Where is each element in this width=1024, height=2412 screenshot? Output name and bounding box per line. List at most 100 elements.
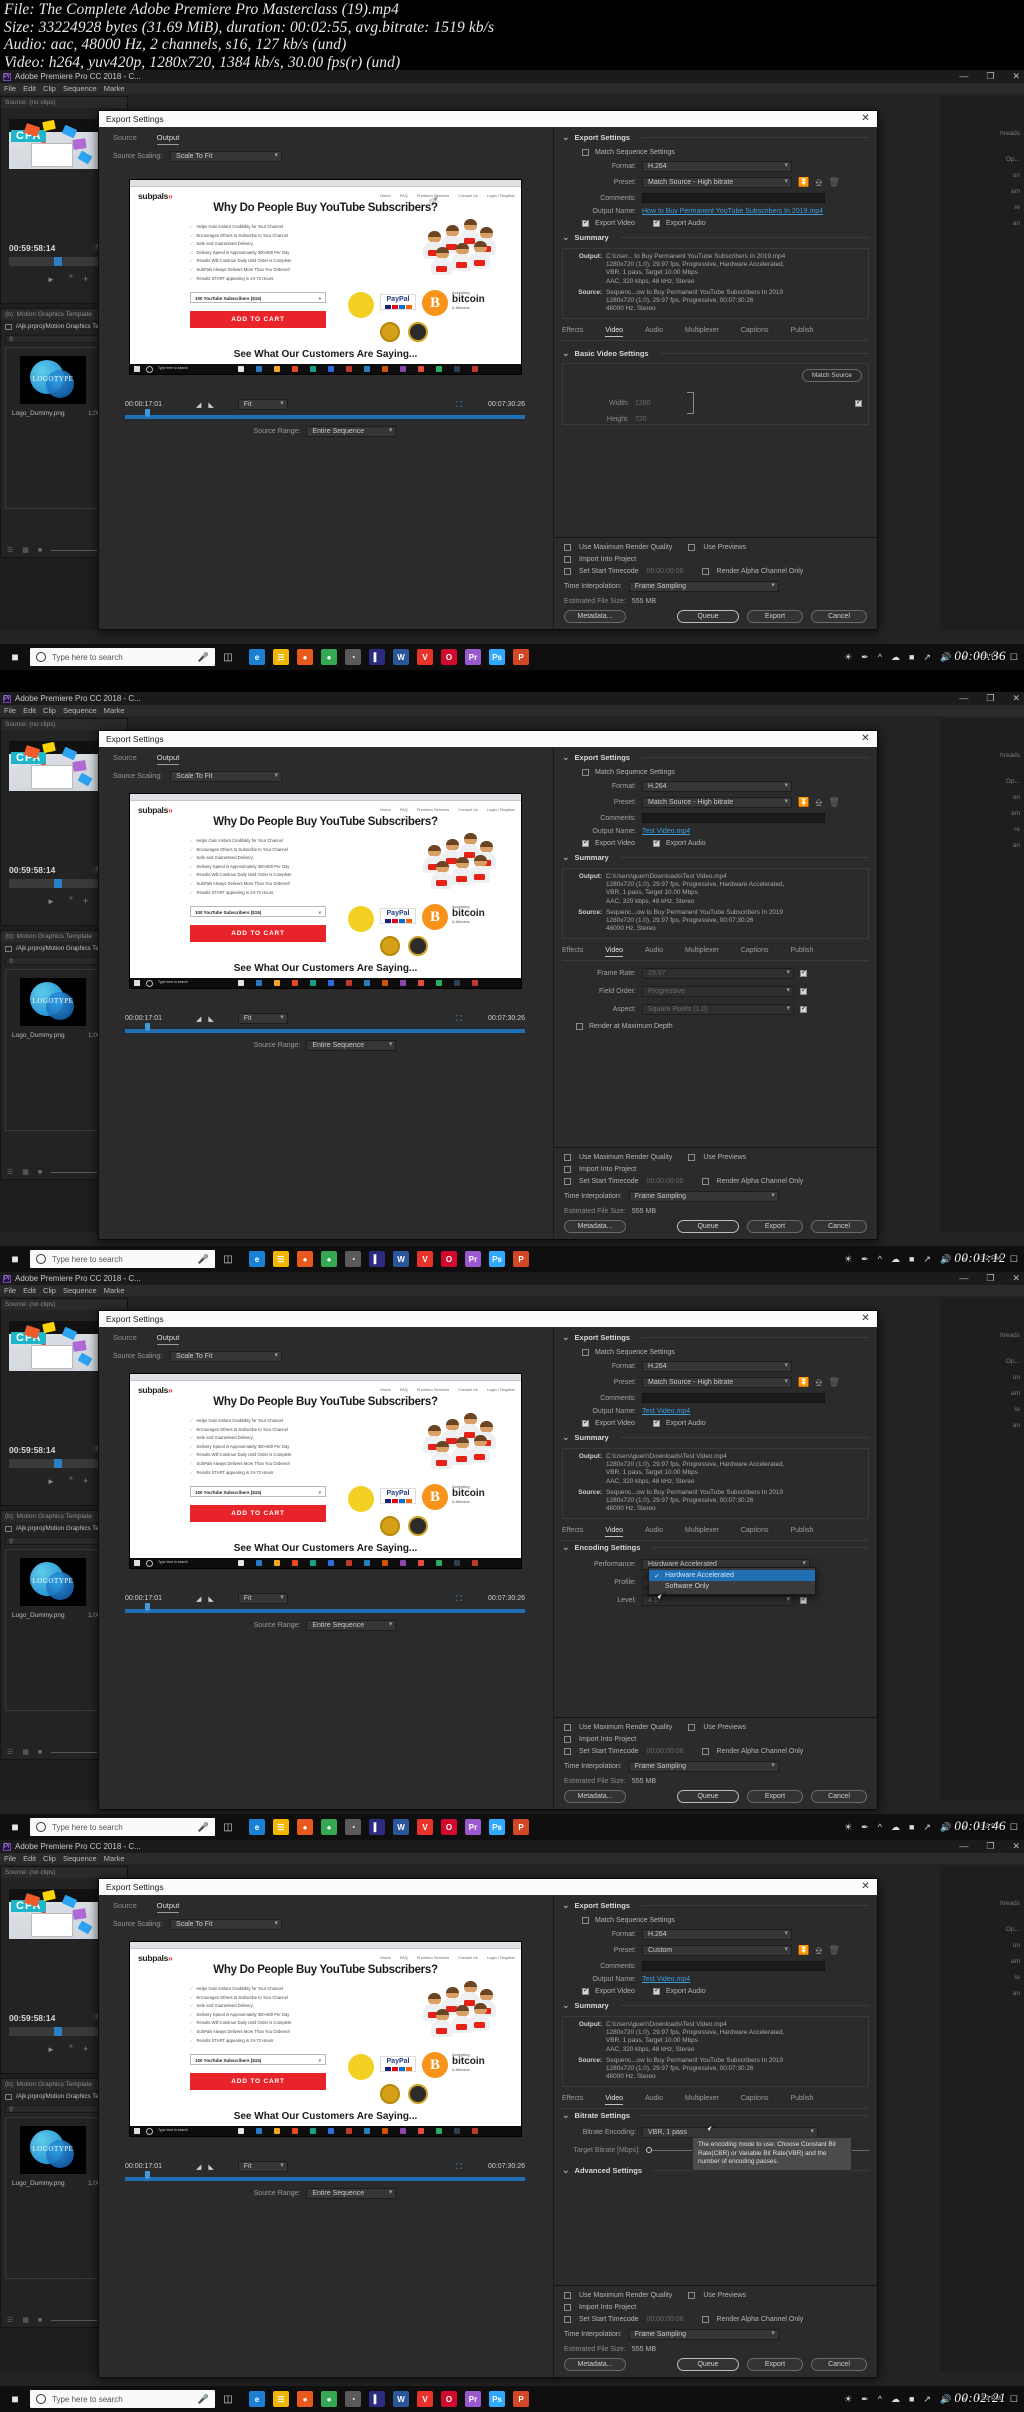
dialog-close-icon[interactable]: ✕ xyxy=(859,1880,872,1893)
preset-select[interactable]: Match Source - High bitrate xyxy=(642,1377,792,1388)
queue-button[interactable]: Queue xyxy=(677,610,739,623)
taskbar-app-icon[interactable]: V xyxy=(417,1819,433,1835)
taskbar-app-icon[interactable]: e xyxy=(249,649,265,665)
export-settings-header[interactable]: Export Settings xyxy=(562,1901,869,1910)
preview-nav-item[interactable]: Premium Services xyxy=(417,1387,449,1392)
export-button[interactable]: Export xyxy=(747,610,803,623)
taskbar-app-icon[interactable]: W xyxy=(393,2391,409,2407)
tray-pen-icon[interactable]: ✒ xyxy=(861,1254,869,1265)
set-start-timecode-checkbox[interactable] xyxy=(564,1178,571,1185)
menu-item[interactable]: Clip xyxy=(43,706,56,715)
timeline-fit-select[interactable]: Fit xyxy=(237,2161,288,2172)
maximize-button[interactable]: ❐ xyxy=(986,692,994,705)
tab-video[interactable]: Video xyxy=(605,947,624,958)
comments-input[interactable] xyxy=(642,193,825,203)
start-button-icon[interactable]: ■ xyxy=(0,1252,30,1266)
taskbar-app-icon[interactable]: Ps xyxy=(489,649,505,665)
taskbar-app-icon[interactable]: V xyxy=(417,1251,433,1267)
preview-nav-item[interactable]: Login / Register xyxy=(487,807,515,812)
asset-thumbnail[interactable]: LOGOTYPE xyxy=(20,1558,86,1606)
match-source-button[interactable]: Match Source xyxy=(801,369,862,383)
taskbar-app-icon[interactable]: ◔ xyxy=(345,2391,361,2407)
timeline-current-time[interactable]: 00:00:17:01 xyxy=(125,1595,162,1602)
save-preset-icon[interactable]: ⏬ xyxy=(798,177,809,188)
save-preset-icon[interactable]: ⏬ xyxy=(798,1377,809,1388)
taskbar-app-icon[interactable]: Ps xyxy=(489,1251,505,1267)
tab-effects[interactable]: Effects xyxy=(562,947,583,957)
preview-package-select[interactable]: 100 YouTube Subscribers ($15) xyxy=(190,906,326,918)
task-view-icon[interactable]: ◫ xyxy=(215,1254,241,1265)
tab-captions[interactable]: Captions xyxy=(741,327,769,337)
metadata-button[interactable]: Metadata... xyxy=(564,1220,626,1233)
fit-to-range-icon[interactable]: ⛶ xyxy=(456,2162,462,2172)
export-video-checkbox[interactable] xyxy=(582,1418,589,1427)
tab-multiplexer[interactable]: Multiplexer xyxy=(685,947,719,957)
export-settings-header[interactable]: Export Settings xyxy=(562,1333,869,1342)
tray-chevron-up-icon[interactable]: ^ xyxy=(878,652,882,662)
maximize-button[interactable]: ❐ xyxy=(986,1272,994,1285)
tray-wifi-icon[interactable]: ↗ xyxy=(923,2394,931,2405)
fit-to-range-icon[interactable]: ⛶ xyxy=(456,1594,462,1604)
preview-nav-item[interactable]: Contact Us xyxy=(458,1955,478,1960)
freeform-view-icon[interactable]: ■ xyxy=(38,2317,42,2324)
output-name-link[interactable]: Test Video.mp4 xyxy=(642,1976,690,1983)
export-settings-header[interactable]: Export Settings xyxy=(562,133,869,142)
export-button[interactable]: Export xyxy=(747,1790,803,1803)
source-scaling-select[interactable]: Scale To Fit xyxy=(170,771,283,782)
fit-to-range-icon[interactable]: ⛶ xyxy=(456,1014,462,1024)
export-audio-checkbox[interactable] xyxy=(652,1986,660,1995)
time-interpolation-select[interactable]: Frame Sampling xyxy=(628,1761,779,1772)
preview-nav-item[interactable]: Premium Services xyxy=(417,807,449,812)
tab-output[interactable]: Output xyxy=(156,1901,180,1913)
microphone-icon[interactable]: 🎤 xyxy=(198,2394,209,2405)
use-max-render-quality-checkbox[interactable] xyxy=(564,1154,571,1161)
timeline-scrub-bar[interactable] xyxy=(125,409,525,419)
dialog-close-icon[interactable]: ✕ xyxy=(859,732,872,745)
menu-item[interactable]: Sequence xyxy=(63,84,97,93)
source-range-select[interactable]: Entire Sequence xyxy=(306,1040,397,1051)
preview-add-to-cart-button[interactable]: ADD TO CART xyxy=(190,2073,326,2090)
playhead-icon[interactable] xyxy=(145,1603,150,1611)
notifications-icon[interactable]: ☐ xyxy=(1010,2394,1018,2405)
export-preview[interactable]: subpals» Home FAQ Premium Services Contact … xyxy=(129,793,522,989)
tray-chevron-up-icon[interactable]: ^ xyxy=(878,1254,882,1264)
use-max-render-quality-checkbox[interactable] xyxy=(564,544,571,551)
output-name-link[interactable]: Test Video.mp4 xyxy=(642,1408,690,1415)
save-preset-icon[interactable]: ⏬ xyxy=(798,797,809,808)
out-point-icon[interactable]: ◣ xyxy=(208,2163,213,2171)
tray-volume-icon[interactable]: 🔊 xyxy=(940,2394,951,2405)
video-field-match-checkbox[interactable] xyxy=(800,968,807,978)
set-start-timecode-checkbox[interactable] xyxy=(564,568,571,575)
taskbar-app-icon[interactable]: V xyxy=(417,649,433,665)
start-timecode-value[interactable]: 00:00:00:00 xyxy=(647,1178,684,1185)
freeform-view-icon[interactable]: ■ xyxy=(38,1749,42,1756)
export-button[interactable]: Export xyxy=(747,2358,803,2371)
start-timecode-value[interactable]: 00:00:00:00 xyxy=(647,1748,684,1755)
taskbar-app-icon[interactable]: ▍ xyxy=(369,2391,385,2407)
menu-item[interactable]: File xyxy=(4,1286,16,1295)
summary-section-header[interactable]: Summary xyxy=(562,2001,869,2010)
render-alpha-only-checkbox[interactable] xyxy=(701,568,709,575)
taskbar-app-icon[interactable]: V xyxy=(417,2391,433,2407)
preview-nav-item[interactable]: FAQ xyxy=(400,1955,408,1960)
tray-chevron-up-icon[interactable]: ^ xyxy=(878,2394,882,2404)
import-preset-icon[interactable]: ⎒ xyxy=(815,797,822,808)
taskbar-app-icon[interactable]: Pr xyxy=(465,1819,481,1835)
playhead-icon[interactable] xyxy=(145,409,150,417)
source-scaling-select[interactable]: Scale To Fit xyxy=(170,151,283,162)
icon-view-icon[interactable]: ▦ xyxy=(22,1168,29,1176)
export-settings-header[interactable]: Export Settings xyxy=(562,753,869,762)
timeline-current-time[interactable]: 00:00:17:01 xyxy=(125,401,162,408)
taskbar-app-icon[interactable]: W xyxy=(393,649,409,665)
taskbar-app-icon[interactable]: ◔ xyxy=(345,1819,361,1835)
play-icon[interactable]: ► xyxy=(47,897,55,906)
out-point-icon[interactable]: ◣ xyxy=(208,1595,213,1603)
taskbar-app-icon[interactable]: Pr xyxy=(465,649,481,665)
comments-input[interactable] xyxy=(642,813,825,823)
tray-cloud-icon[interactable]: ☁ xyxy=(891,1254,900,1265)
preset-select[interactable]: Match Source - High bitrate xyxy=(642,797,792,808)
tray-cloud-icon[interactable]: ☁ xyxy=(891,1822,900,1833)
tray-chevron-up-icon[interactable]: ^ xyxy=(878,1822,882,1832)
summary-section-header[interactable]: Summary xyxy=(562,853,869,862)
render-alpha-only-checkbox[interactable] xyxy=(701,2316,709,2323)
